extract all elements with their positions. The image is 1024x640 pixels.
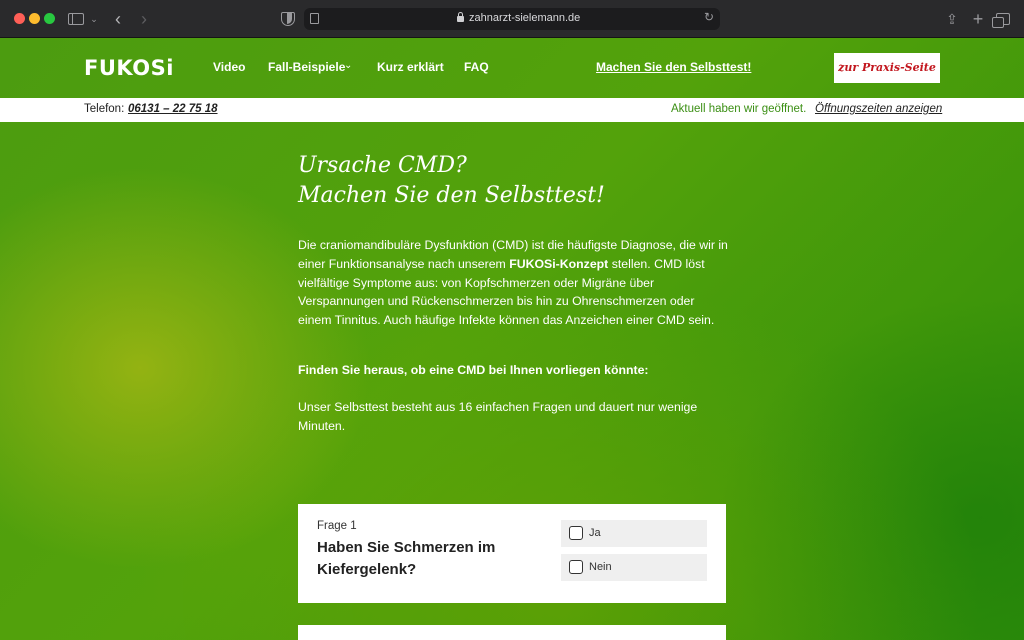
privacy-shield-icon[interactable]: [281, 12, 295, 26]
lock-icon: [457, 12, 464, 22]
sidebar-icon[interactable]: [68, 13, 84, 25]
minimize-window-button[interactable]: [29, 13, 40, 24]
chevron-down-icon[interactable]: ⌄: [344, 60, 352, 71]
back-arrow-icon[interactable]: ‹: [110, 9, 126, 29]
nav-video-link[interactable]: Video: [213, 60, 245, 74]
opening-hours-link[interactable]: Öffnungszeiten anzeigen: [815, 103, 942, 115]
duration-text: Unser Selbsttest besteht aus 16 einfache…: [298, 400, 698, 433]
nav-selbsttest-link[interactable]: Machen Sie den Selbsttest!: [596, 60, 751, 74]
find-out-text: Finden Sie heraus, ob eine CMD bei Ihnen…: [298, 363, 649, 377]
question-number: Frage 1: [317, 520, 357, 532]
intro-paragraph: Die craniomandibuläre Dysfunktion (CMD) …: [298, 238, 728, 328]
fukosi-konzept-emphasis: FUKOSi-Konzept: [509, 256, 609, 271]
nav-fall-beispiele-link[interactable]: Fall-Beispiele: [268, 60, 345, 74]
page-title-line2: Machen Sie den Selbsttest!: [298, 183, 605, 208]
checkbox-yes[interactable]: [569, 526, 583, 540]
chevron-down-icon[interactable]: ⌄: [88, 9, 100, 29]
question-text: Haben Sie Schmerzen im Kiefergelenk?: [317, 539, 496, 578]
page-menu-icon[interactable]: [310, 13, 319, 24]
close-window-button[interactable]: [14, 13, 25, 24]
info-bar: Telefon: 06131 – 22 75 18 Aktuell haben …: [0, 98, 1024, 122]
checkbox-no[interactable]: [569, 560, 583, 574]
fukosi-logo[interactable]: FUKOSi: [84, 56, 174, 80]
answer-no-option[interactable]: Nein: [561, 554, 707, 581]
address-bar[interactable]: zahnarzt-sielemann.de ↻: [304, 8, 720, 30]
page-content: FUKOSi Video Fall-Beispiele ⌄ Kurz erklä…: [0, 38, 1024, 640]
tab-overview-icon[interactable]: [992, 13, 1010, 28]
url-text[interactable]: zahnarzt-sielemann.de: [469, 12, 580, 24]
share-icon[interactable]: ⇪: [944, 9, 960, 29]
nav-faq-link[interactable]: FAQ: [464, 60, 489, 74]
praxis-seite-button[interactable]: zur Praxis-Seite: [834, 53, 940, 83]
next-question-card: [298, 625, 726, 640]
new-tab-icon[interactable]: +: [970, 9, 986, 29]
open-status-text: Aktuell haben wir geöffnet.: [671, 103, 807, 115]
nav-kurz-erklaert-link[interactable]: Kurz erklärt: [377, 60, 444, 74]
answer-no-label[interactable]: Nein: [589, 561, 612, 573]
telefon-label: Telefon:: [84, 103, 125, 115]
answer-yes-label[interactable]: Ja: [589, 527, 601, 539]
main-navigation: FUKOSi Video Fall-Beispiele ⌄ Kurz erklä…: [0, 38, 1024, 98]
telefon-number-link[interactable]: 06131 – 22 75 18: [128, 103, 218, 115]
question-card: Frage 1 Haben Sie Schmerzen im Kiefergel…: [298, 504, 726, 603]
forward-arrow-icon[interactable]: ›: [136, 9, 152, 29]
reload-icon[interactable]: ↻: [704, 10, 714, 24]
browser-toolbar: ⌄ ‹ › zahnarzt-sielemann.de ↻ ⇪ +: [0, 0, 1024, 38]
page-title-line1: Ursache CMD?: [298, 153, 467, 178]
answer-yes-option[interactable]: Ja: [561, 520, 707, 547]
zoom-window-button[interactable]: [44, 13, 55, 24]
